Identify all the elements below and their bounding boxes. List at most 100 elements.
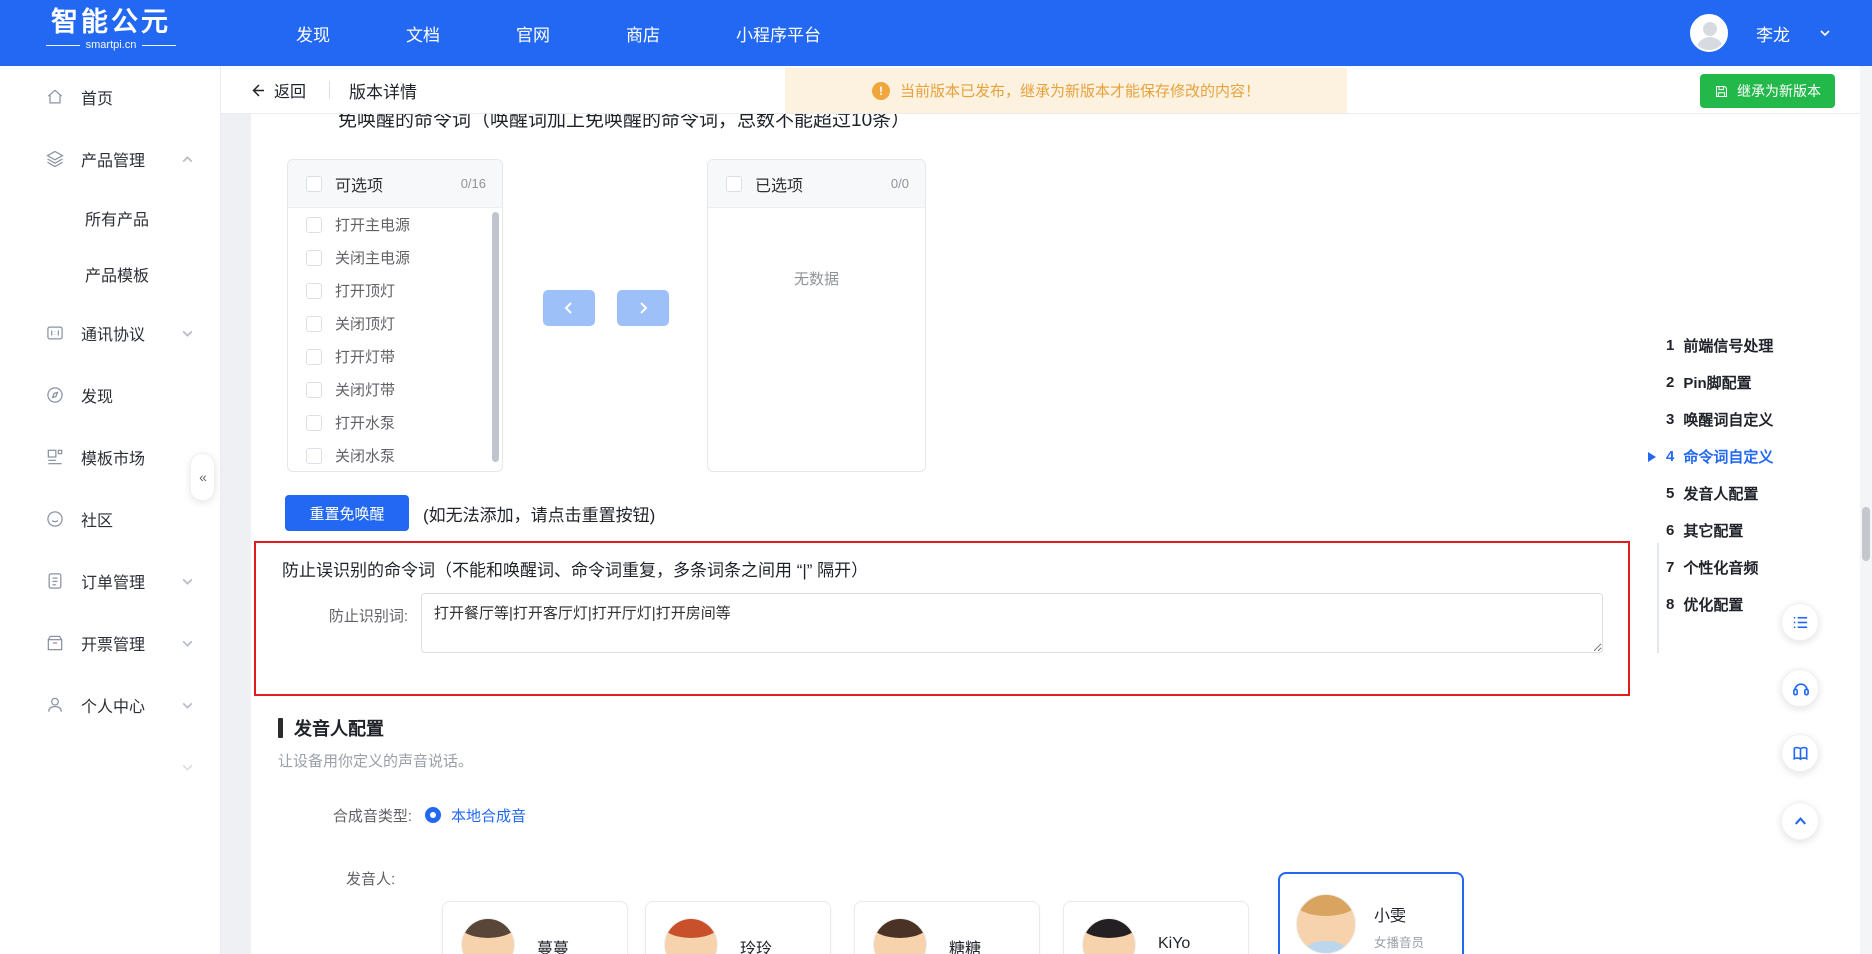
speaker-card[interactable]: 糖糖 [854, 901, 1040, 954]
sidebar-collapse-button[interactable]: « [190, 453, 215, 501]
item-label: 打开灯带 [335, 346, 395, 367]
page-header: 返回 版本详情 ! 当前版本已发布，继承为新版本才能保存修改的内容！ 继承为新版… [221, 66, 1872, 114]
sidebar-item-order-mgmt[interactable]: 订单管理 [0, 550, 220, 612]
select-all-source-checkbox[interactable] [306, 176, 322, 192]
sidebar-item-community[interactable]: 社区 [0, 488, 220, 550]
menu-item-docs[interactable]: 文档 [406, 21, 440, 46]
sidebar-item-invoice-mgmt[interactable]: 开票管理 [0, 612, 220, 674]
sidebar-item-label: 首页 [81, 85, 113, 109]
chevron-up-icon [1791, 812, 1810, 831]
back-to-top-button[interactable] [1781, 802, 1819, 840]
sidebar-item-home[interactable]: 首页 [0, 66, 220, 128]
user-icon [45, 695, 65, 715]
list-item[interactable]: 打开水泵 [288, 406, 502, 439]
user-chevron-down-icon[interactable] [1818, 26, 1832, 40]
sidebar-item-discover[interactable]: 发现 [0, 364, 220, 426]
menu-item-discover[interactable]: 发现 [296, 21, 330, 46]
sidebar-item-label: 开票管理 [81, 631, 145, 655]
warning-icon: ! [872, 82, 890, 100]
reset-nowake-button[interactable]: 重置免唤醒 [285, 495, 409, 531]
anchor-num: 4 [1666, 448, 1674, 465]
item-checkbox[interactable] [306, 217, 322, 233]
anchor-item-8[interactable]: 8优化配置 [1666, 586, 1773, 623]
docs-book-button[interactable] [1781, 734, 1819, 772]
speaker-list-label: 发音人: [346, 868, 395, 889]
item-checkbox[interactable] [306, 316, 322, 332]
user-area: 李龙 [1690, 0, 1832, 66]
user-avatar[interactable] [1690, 14, 1728, 52]
anchor-label: 唤醒词自定义 [1683, 409, 1773, 430]
chevron-left-icon [562, 301, 576, 315]
sidebar-item-profile[interactable]: 个人中心 [0, 674, 220, 736]
speaker-section-subtitle: 让设备用你定义的声音说话。 [278, 750, 473, 771]
anchor-num: 1 [1666, 337, 1674, 354]
sidebar-item-all-products[interactable]: 所有产品 [0, 190, 220, 246]
back-button[interactable]: 返回 [249, 66, 306, 114]
support-headset-button[interactable] [1781, 669, 1819, 707]
market-icon [45, 447, 65, 467]
item-label: 关闭顶灯 [335, 313, 395, 334]
outline-toc-button[interactable] [1781, 603, 1819, 641]
page-scrollbar-thumb[interactable] [1862, 507, 1870, 561]
brand-logo[interactable]: 智能公元 smartpi.cn [46, 7, 176, 51]
sidebar-item-label: 产品管理 [81, 147, 145, 171]
list-item[interactable]: 打开灯带 [288, 340, 502, 373]
anchor-rail [1657, 543, 1659, 653]
menu-item-miniprogram[interactable]: 小程序平台 [736, 21, 821, 46]
anchor-item-6[interactable]: 6其它配置 [1666, 512, 1773, 549]
sidebar-item-product-mgmt[interactable]: 产品管理 [0, 128, 220, 190]
item-checkbox[interactable] [306, 382, 322, 398]
list-item[interactable]: 关闭水泵 [288, 439, 502, 472]
list-item[interactable]: 打开主电源 [288, 208, 502, 241]
item-label: 关闭灯带 [335, 379, 395, 400]
speaker-avatar [1082, 918, 1136, 954]
sidebar-item-template-market[interactable]: 模板市场 [0, 426, 220, 488]
transfer-target-list: 无数据 [708, 208, 925, 472]
item-checkbox[interactable] [306, 448, 322, 464]
anchor-item-5[interactable]: 5发音人配置 [1666, 475, 1773, 512]
home-icon [45, 87, 65, 107]
source-list-scrollbar[interactable] [492, 212, 499, 462]
chevron-up-icon [181, 153, 194, 166]
save-icon [1714, 84, 1729, 99]
inherit-new-version-button[interactable]: 继承为新版本 [1700, 74, 1835, 108]
list-item[interactable]: 关闭灯带 [288, 373, 502, 406]
warning-text: 当前版本已发布，继承为新版本才能保存修改的内容！ [900, 80, 1260, 101]
item-checkbox[interactable] [306, 349, 322, 365]
sidebar-item-protocol[interactable]: 通讯协议 [0, 302, 220, 364]
brand-title: 智能公元 [46, 7, 176, 37]
user-name: 李龙 [1756, 21, 1790, 46]
speaker-card-selected[interactable]: 小雯 女播音员 [1278, 872, 1464, 954]
anchor-item-4-active[interactable]: 4命令词自定义 [1666, 438, 1773, 475]
chevron-down-icon [181, 761, 194, 774]
item-checkbox[interactable] [306, 283, 322, 299]
item-checkbox[interactable] [306, 250, 322, 266]
list-item[interactable]: 打开顶灯 [288, 274, 502, 307]
list-item[interactable]: 关闭主电源 [288, 241, 502, 274]
local-synth-option-label[interactable]: 本地合成音 [451, 805, 526, 826]
menu-item-website[interactable]: 官网 [516, 21, 550, 46]
transfer-to-right-button[interactable] [617, 290, 669, 326]
target-panel-title: 已选项 [755, 172, 803, 196]
anchor-item-1[interactable]: 1前端信号处理 [1666, 327, 1773, 364]
speaker-card[interactable]: 玲玲 [645, 901, 831, 954]
local-synth-radio[interactable] [425, 807, 441, 823]
anchor-item-7[interactable]: 7个性化音频 [1666, 549, 1773, 586]
select-all-target-checkbox[interactable] [726, 176, 742, 192]
source-panel-title: 可选项 [335, 172, 383, 196]
menu-item-store[interactable]: 商店 [626, 21, 660, 46]
sidebar-item-product-templates[interactable]: 产品模板 [0, 246, 220, 302]
sidebar-item-label: 个人中心 [81, 693, 145, 717]
anchor-item-2[interactable]: 2Pin脚配置 [1666, 364, 1773, 401]
speaker-avatar [873, 918, 927, 954]
sidebar-item-label: 模板市场 [81, 445, 145, 469]
prevent-words-input[interactable]: 打开餐厅等|打开客厅灯|打开厅灯|打开房间等 [421, 593, 1603, 653]
speaker-card[interactable]: KiYo [1063, 901, 1249, 954]
transfer-to-left-button[interactable] [543, 290, 595, 326]
anchor-item-3[interactable]: 3唤醒词自定义 [1666, 401, 1773, 438]
item-checkbox[interactable] [306, 415, 322, 431]
speaker-card[interactable]: 蔓蔓 [442, 901, 628, 954]
prevent-section-title: 防止误识别的命令词（不能和唤醒词、命令词重复，多条词条之间用 “|” 隔开） [282, 556, 868, 581]
brand-subtitle: smartpi.cn [46, 39, 176, 51]
list-item[interactable]: 关闭顶灯 [288, 307, 502, 340]
